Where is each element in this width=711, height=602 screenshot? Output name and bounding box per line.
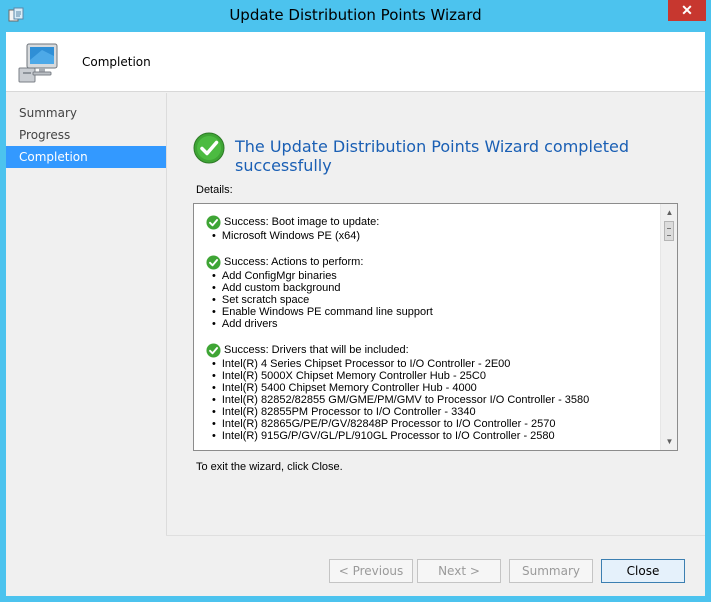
- details-content: Success: Boot image to update: Microsoft…: [194, 204, 660, 450]
- details-label: Details:: [196, 184, 233, 196]
- scroll-down-arrow-icon[interactable]: ▼: [661, 433, 677, 450]
- success-heading: The Update Distribution Points Wizard co…: [235, 137, 629, 175]
- wizard-window: Update Distribution Points Wizard ✕ Comp…: [0, 0, 711, 602]
- summary-button[interactable]: Summary: [509, 559, 593, 583]
- next-button[interactable]: Next >: [417, 559, 501, 583]
- wizard-main-panel: The Update Distribution Points Wizard co…: [166, 93, 705, 535]
- list-item: Intel(R) 82855PM Processor to I/O Contro…: [206, 406, 660, 418]
- previous-button[interactable]: < Previous: [329, 559, 413, 583]
- nav-item-completion[interactable]: Completion: [6, 146, 166, 168]
- details-section: Success: Drivers that will be included: …: [206, 342, 660, 442]
- success-check-icon: [206, 342, 221, 358]
- section-heading-row: Success: Boot image to update:: [206, 214, 660, 230]
- details-textbox[interactable]: Success: Boot image to update: Microsoft…: [193, 203, 678, 451]
- list-item: Enable Windows PE command line support: [206, 306, 660, 318]
- success-check-icon: [206, 254, 221, 270]
- list-item: Microsoft Windows PE (x64): [206, 230, 660, 242]
- list-item: Intel(R) 5000X Chipset Memory Controller…: [206, 370, 660, 382]
- page-title: Completion: [82, 55, 151, 69]
- list-item: Intel(R) 82852/82855 GM/GME/PM/GMV to Pr…: [206, 394, 660, 406]
- list-item: Add custom background: [206, 282, 660, 294]
- list-item: Add ConfigMgr binaries: [206, 270, 660, 282]
- list-item: Intel(R) 5400 Chipset Memory Controller …: [206, 382, 660, 394]
- close-button[interactable]: Close: [601, 559, 685, 583]
- section-heading-row: Success: Actions to perform:: [206, 254, 660, 270]
- details-scrollbar[interactable]: ▲ ▼: [660, 204, 677, 450]
- section-heading: Success: Drivers that will be included:: [224, 344, 409, 356]
- window-title: Update Distribution Points Wizard: [229, 6, 482, 24]
- window-close-button[interactable]: ✕: [668, 0, 706, 21]
- section-heading-row: Success: Drivers that will be included:: [206, 342, 660, 358]
- title-bar[interactable]: Update Distribution Points Wizard ✕: [0, 0, 711, 32]
- computer-icon: [18, 43, 58, 83]
- scroll-up-arrow-icon[interactable]: ▲: [661, 204, 677, 221]
- section-heading: Success: Actions to perform:: [224, 256, 364, 268]
- details-section: Success: Boot image to update: Microsoft…: [206, 214, 660, 242]
- success-check-icon: [206, 214, 221, 230]
- exit-instructions: To exit the wizard, click Close.: [196, 461, 343, 473]
- list-item: Set scratch space: [206, 294, 660, 306]
- section-heading: Success: Boot image to update:: [224, 216, 380, 228]
- wizard-header: Completion: [6, 32, 705, 92]
- list-item: Intel(R) 915G/P/GV/GL/PL/910GL Processor…: [206, 430, 660, 442]
- list-item: Add drivers: [206, 318, 660, 330]
- list-item: Intel(R) 82865G/PE/P/GV/82848P Processor…: [206, 418, 660, 430]
- success-check-icon: [193, 132, 225, 164]
- wizard-nav: Summary Progress Completion: [6, 102, 166, 168]
- details-section: Success: Actions to perform: Add ConfigM…: [206, 254, 660, 330]
- footer-divider: [166, 535, 705, 536]
- scrollbar-thumb[interactable]: [664, 221, 674, 241]
- wizard-client-area: Completion Summary Progress Completion T…: [6, 32, 705, 596]
- nav-item-summary[interactable]: Summary: [6, 102, 166, 124]
- list-item: Intel(R) 4 Series Chipset Processor to I…: [206, 358, 660, 370]
- wizard-footer: < Previous Next > Summary Close: [6, 535, 705, 596]
- nav-item-progress[interactable]: Progress: [6, 124, 166, 146]
